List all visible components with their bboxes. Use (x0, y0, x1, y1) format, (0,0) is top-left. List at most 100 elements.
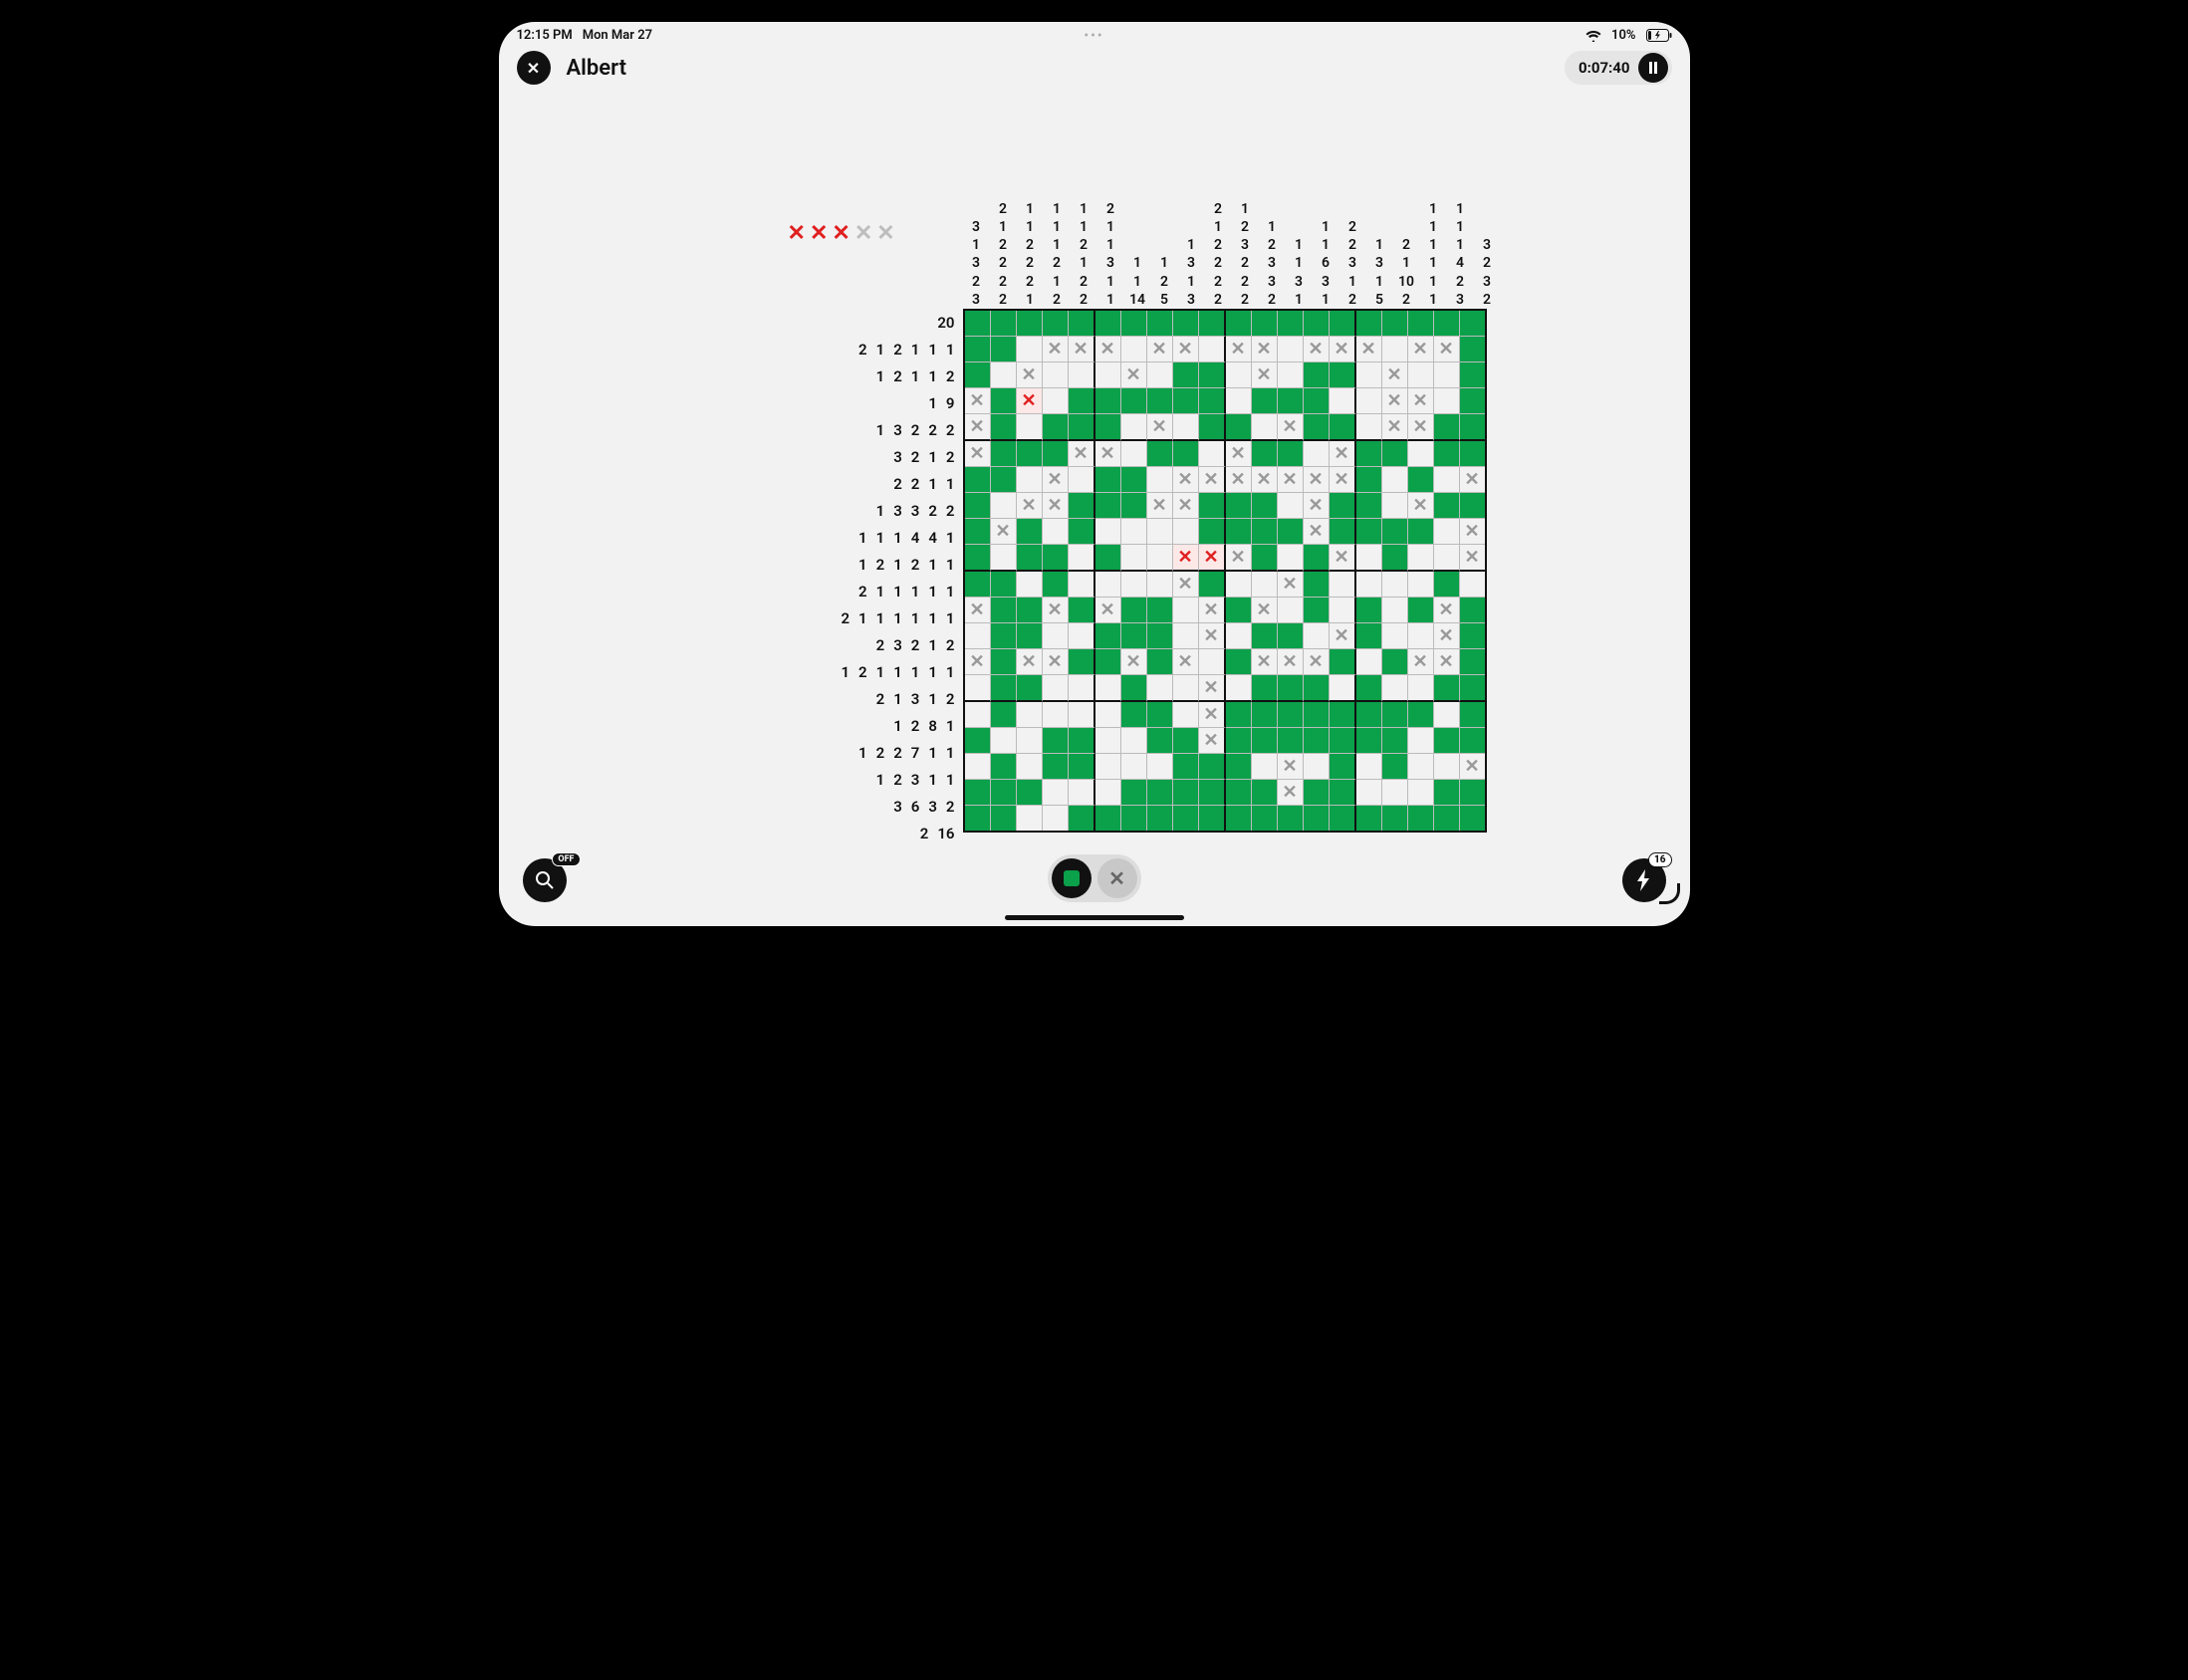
row-clue[interactable]: 12112 (748, 362, 961, 389)
grid-cell[interactable] (965, 780, 991, 806)
grid-cell[interactable] (1252, 414, 1278, 441)
grid-cell[interactable] (1199, 545, 1226, 572)
grid-cell[interactable] (1330, 572, 1356, 598)
grid-cell[interactable] (1121, 362, 1147, 388)
grid-cell[interactable] (1017, 441, 1043, 467)
grid-cell[interactable] (1043, 545, 1069, 572)
grid-cell[interactable] (1304, 467, 1330, 493)
grid-cell[interactable] (1017, 623, 1043, 649)
grid-cell[interactable] (1382, 467, 1408, 493)
grid-cell[interactable] (1278, 519, 1304, 545)
grid-cell[interactable] (1330, 337, 1356, 362)
grid-cell[interactable] (1173, 441, 1199, 467)
grid-cell[interactable] (1173, 623, 1199, 649)
grid-cell[interactable] (1356, 545, 1382, 572)
grid-cell[interactable] (1043, 572, 1069, 598)
grid-cell[interactable] (1121, 467, 1147, 493)
grid-cell[interactable] (1356, 623, 1382, 649)
grid-cell[interactable] (1199, 754, 1226, 780)
grid-cell[interactable] (1330, 519, 1356, 545)
grid-cell[interactable] (1017, 467, 1043, 493)
grid-cell[interactable] (1278, 545, 1304, 572)
grid-cell[interactable] (1382, 572, 1408, 598)
grid-cell[interactable] (1095, 598, 1121, 623)
column-clue[interactable]: 125 (1151, 141, 1178, 309)
grid-cell[interactable] (991, 493, 1017, 519)
grid-cell[interactable] (991, 780, 1017, 806)
grid-cell[interactable] (1330, 467, 1356, 493)
row-clue[interactable]: 23212 (748, 631, 961, 658)
grid-cell[interactable] (1356, 493, 1382, 519)
column-clue[interactable]: 22312 (1339, 141, 1366, 309)
grid-cell[interactable] (1434, 493, 1460, 519)
grid-cell[interactable] (1017, 545, 1043, 572)
grid-cell[interactable] (1252, 623, 1278, 649)
grid-cell[interactable] (1304, 623, 1330, 649)
grid-cell[interactable] (1173, 806, 1199, 831)
grid-cell[interactable] (1017, 362, 1043, 388)
grid-cell[interactable] (1147, 806, 1173, 831)
grid-cell[interactable] (1173, 337, 1199, 362)
grid-cell[interactable] (1226, 493, 1252, 519)
grid-cell[interactable] (1069, 649, 1095, 675)
grid-cell[interactable] (1069, 754, 1095, 780)
grid-cell[interactable] (1199, 493, 1226, 519)
grid-cell[interactable] (1095, 388, 1121, 414)
grid-cell[interactable] (991, 337, 1017, 362)
grid-cell[interactable] (1043, 675, 1069, 702)
grid-cell[interactable] (1434, 441, 1460, 467)
grid-cell[interactable] (1252, 311, 1278, 337)
grid-cell[interactable] (1252, 519, 1278, 545)
grid-cell[interactable] (991, 649, 1017, 675)
grid-cell[interactable] (1408, 388, 1434, 414)
grid-cell[interactable] (1226, 311, 1252, 337)
row-clue[interactable]: 2111111 (748, 604, 961, 631)
grid-cell[interactable] (1226, 388, 1252, 414)
grid-cell[interactable] (1226, 414, 1252, 441)
grid-cell[interactable] (1017, 414, 1043, 441)
row-clue[interactable]: 13322 (748, 497, 961, 524)
grid-cell[interactable] (1278, 754, 1304, 780)
grid-cell[interactable] (1356, 362, 1382, 388)
grid-cell[interactable] (1199, 362, 1226, 388)
grid-cell[interactable] (1382, 519, 1408, 545)
grid-cell[interactable] (1460, 337, 1485, 362)
grid-cell[interactable] (1304, 572, 1330, 598)
grid-cell[interactable] (1330, 362, 1356, 388)
grid-cell[interactable] (1147, 388, 1173, 414)
grid-cell[interactable] (1095, 572, 1121, 598)
grid-cell[interactable] (1121, 728, 1147, 754)
grid-cell[interactable] (1069, 623, 1095, 649)
grid-cell[interactable] (1147, 572, 1173, 598)
grid-cell[interactable] (1304, 493, 1330, 519)
grid-cell[interactable] (1121, 780, 1147, 806)
grid-cell[interactable] (1460, 441, 1485, 467)
grid-cell[interactable] (1252, 337, 1278, 362)
grid-cell[interactable] (1252, 467, 1278, 493)
column-clue[interactable]: 1313 (1178, 141, 1205, 309)
row-clue[interactable]: 20 (748, 309, 961, 336)
grid-cell[interactable] (1330, 780, 1356, 806)
grid-cell[interactable] (1199, 623, 1226, 649)
column-clue[interactable]: 111111 (1420, 141, 1447, 309)
grid-cell[interactable] (1434, 780, 1460, 806)
grid-cell[interactable] (1382, 649, 1408, 675)
row-clue[interactable]: 19 (748, 389, 961, 416)
grid-cell[interactable] (1017, 675, 1043, 702)
grid-cell[interactable] (965, 806, 991, 831)
grid-cell[interactable] (1226, 806, 1252, 831)
grid-cell[interactable] (1121, 441, 1147, 467)
grid-cell[interactable] (991, 519, 1017, 545)
grid-cell[interactable] (1278, 572, 1304, 598)
grid-cell[interactable] (1043, 337, 1069, 362)
grid-cell[interactable] (991, 623, 1017, 649)
grid-cell[interactable] (1460, 754, 1485, 780)
grid-cell[interactable] (1121, 493, 1147, 519)
grid-cell[interactable] (1121, 623, 1147, 649)
grid-cell[interactable] (1252, 728, 1278, 754)
grid-cell[interactable] (1304, 362, 1330, 388)
row-clue[interactable]: 111441 (748, 524, 961, 551)
grid-cell[interactable] (1408, 649, 1434, 675)
grid-cell[interactable] (1278, 388, 1304, 414)
grid-cell[interactable] (1304, 545, 1330, 572)
